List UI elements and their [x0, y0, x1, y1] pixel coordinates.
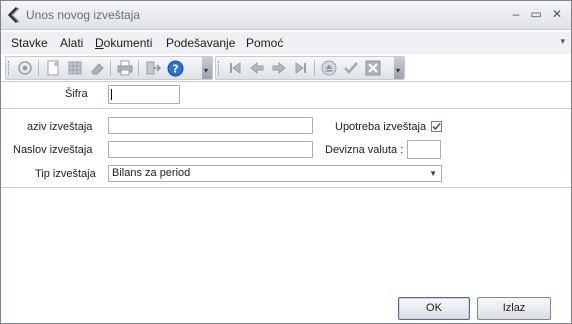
- toolbar-main: ? ▾: [5, 56, 213, 80]
- check-icon[interactable]: [342, 59, 360, 77]
- naziv-label: aziv izveštaja: [27, 121, 93, 133]
- next-icon[interactable]: [270, 59, 288, 77]
- devizna-input[interactable]: [407, 140, 441, 159]
- tip-select[interactable]: Bilans za period ▼: [108, 165, 442, 182]
- first-icon[interactable]: [226, 59, 244, 77]
- previous-icon[interactable]: [248, 59, 266, 77]
- tip-select-value: Bilans za period: [112, 167, 191, 179]
- checkmark-icon: [432, 122, 441, 131]
- upotreba-label: Upotreba izveštaja: [335, 121, 427, 133]
- chevron-down-icon: ▼: [429, 169, 437, 178]
- text-cursor: [111, 89, 112, 100]
- menu-stavke[interactable]: Stavke: [11, 36, 48, 50]
- eject-icon[interactable]: [320, 59, 338, 77]
- report-entry-window: Unos novog izveštaja – ▭ ✕ Stavke Alati …: [0, 0, 572, 324]
- naslov-input[interactable]: [108, 141, 313, 158]
- toolbar-overflow-button[interactable]: ▾: [202, 57, 212, 79]
- menu-overflow-icon[interactable]: ▾: [560, 36, 565, 47]
- ok-button[interactable]: OK: [398, 297, 470, 320]
- divider: [1, 187, 571, 188]
- toolbar-separator: [110, 60, 111, 76]
- tip-label: Tip izveštaja: [35, 168, 96, 180]
- toolbar-separator: [314, 60, 315, 76]
- new-document-icon[interactable]: [44, 59, 62, 77]
- title-bar[interactable]: Unos novog izveštaja – ▭ ✕: [1, 1, 571, 30]
- grid-icon[interactable]: [66, 59, 84, 77]
- last-icon[interactable]: [292, 59, 310, 77]
- menu-pomoc[interactable]: Pomoć: [246, 36, 283, 50]
- close-button[interactable]: ✕: [549, 7, 565, 21]
- toolbar-grip[interactable]: [8, 61, 11, 75]
- exit-icon[interactable]: [144, 59, 162, 77]
- naziv-input[interactable]: [108, 117, 313, 134]
- sifra-input[interactable]: [108, 85, 180, 104]
- menu-dokumenti[interactable]: Dokumenti: [95, 36, 152, 50]
- menu-bar: Stavke Alati Dokumenti Podešavanje Pomoć…: [1, 32, 571, 54]
- window-title: Unos novog izveštaja: [26, 8, 141, 22]
- menu-alati[interactable]: Alati: [60, 36, 83, 50]
- exit-button[interactable]: Izlaz: [477, 297, 551, 320]
- print-icon[interactable]: [116, 59, 134, 77]
- toolbar-grip[interactable]: [218, 61, 221, 75]
- menu-podesavanje[interactable]: Podešavanje: [166, 36, 235, 50]
- cancel-icon[interactable]: [364, 59, 382, 77]
- toolbar-separator: [138, 60, 139, 76]
- help-icon[interactable]: ?: [166, 59, 184, 77]
- refresh-icon[interactable]: [16, 59, 34, 77]
- upotreba-checkbox[interactable]: [431, 121, 442, 132]
- maximize-button[interactable]: ▭: [528, 7, 544, 21]
- divider: [1, 81, 571, 82]
- toolbar-overflow-button[interactable]: ▾: [394, 57, 404, 79]
- app-logo-icon: [7, 7, 20, 23]
- eraser-icon[interactable]: [88, 59, 106, 77]
- toolbar-separator: [38, 60, 39, 76]
- naslov-label: Naslov izveštaja: [13, 144, 93, 156]
- svg-text:?: ?: [172, 62, 178, 75]
- toolbar-navigation: ▾: [215, 56, 405, 80]
- minimize-button[interactable]: –: [508, 7, 524, 21]
- divider: [1, 108, 571, 109]
- devizna-label: Devizna valuta :: [325, 144, 404, 156]
- sifra-label: Šifra: [65, 88, 88, 100]
